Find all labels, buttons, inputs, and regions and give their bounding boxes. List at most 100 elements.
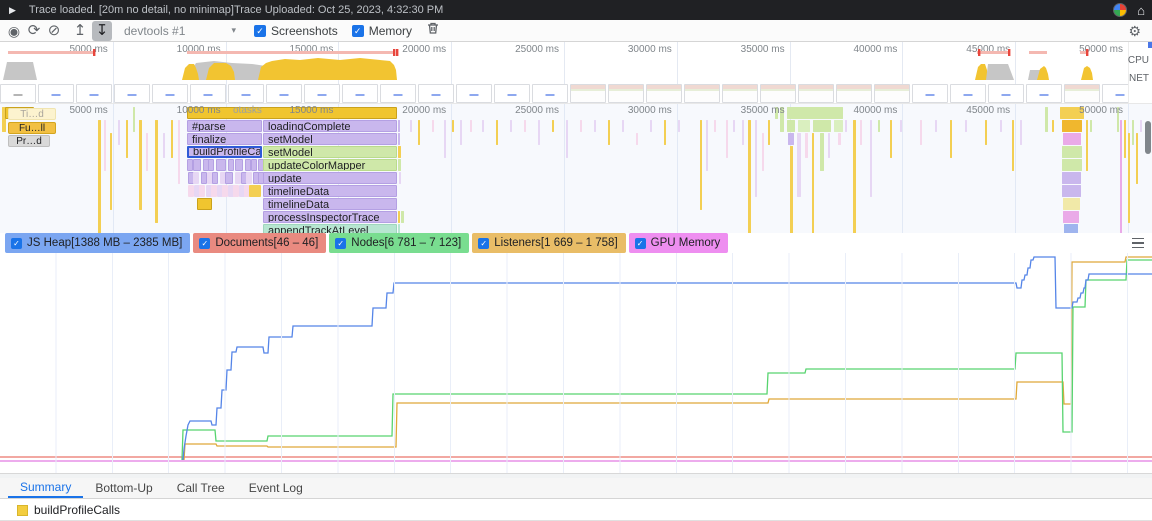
flame-event[interactable] [965,120,967,132]
flame-event[interactable] [126,120,128,158]
flame-event[interactable] [432,120,434,132]
memory-chart[interactable] [0,253,1152,473]
flame-event[interactable] [1140,120,1142,132]
flame-event[interactable] [1062,185,1081,197]
flame-event[interactable] [398,133,400,145]
record-button[interactable]: ◉ [4,21,24,41]
flame-event[interactable] [1124,120,1126,158]
memory-legend-pill[interactable]: ✓Documents[46 – 46] [193,233,326,253]
screenshot-thumbnail[interactable] [798,84,834,103]
screenshot-thumbnail[interactable] [646,84,682,103]
flame-bar-processInspectorTrace[interactable]: processInspectorTrace [263,211,397,223]
screenshot-thumbnail[interactable] [152,84,188,103]
flame-event[interactable] [1062,159,1082,171]
memory-series-checkbox[interactable]: ✓ [199,238,210,249]
flame-event[interactable] [146,133,148,171]
memory-checkbox[interactable]: ✓ [352,25,364,37]
flame-event[interactable] [482,120,484,132]
flame-event[interactable] [622,120,624,132]
clear-button[interactable]: ⊘ [44,21,64,41]
tab-summary[interactable]: Summary [8,478,83,498]
flame-scrollbar[interactable] [1145,116,1151,232]
flame-bar[interactable] [193,159,201,171]
flame-event[interactable] [1045,107,1048,132]
flame-event[interactable] [398,146,401,158]
flame-event[interactable] [935,120,937,132]
flame-event[interactable] [1062,172,1081,184]
flame-event[interactable] [399,172,401,184]
flame-event[interactable] [798,120,810,132]
flame-event[interactable] [1064,224,1078,233]
flame-bar-appendTrackAtLevel[interactable]: appendTrackAtLevel [263,224,397,233]
flame-event[interactable] [566,120,568,158]
memory-series-checkbox[interactable]: ✓ [635,238,646,249]
flame-scrollbar-thumb[interactable] [1145,121,1151,154]
flame-event[interactable] [714,120,716,132]
screenshots-checkbox[interactable]: ✓ [254,25,266,37]
screenshot-thumbnail[interactable] [950,84,986,103]
load-profile-button[interactable]: ↥ [70,21,90,41]
flame-event[interactable] [700,120,702,210]
screenshot-thumbnail[interactable] [304,84,340,103]
flame-bar[interactable] [249,185,261,197]
screenshot-thumbnail[interactable] [494,84,530,103]
flame-event[interactable] [444,120,446,158]
flame-event[interactable] [787,107,843,119]
flame-event[interactable] [1020,120,1022,145]
flame-event[interactable] [398,120,400,132]
flame-event[interactable] [594,120,596,132]
memory-series-checkbox[interactable]: ✓ [335,238,346,249]
screenshot-thumbnail[interactable] [380,84,416,103]
screenshot-thumbnail[interactable] [874,84,910,103]
flame-event[interactable] [726,120,728,158]
screenshot-thumbnail[interactable] [266,84,302,103]
flame-event[interactable] [1062,146,1082,158]
flame-bar-updateColorMapper[interactable]: updateColorMapper [263,159,397,171]
memory-series-checkbox[interactable]: ✓ [478,238,489,249]
flame-bar-buildProfileCalls[interactable]: buildProfileCalls [187,146,262,158]
profile-select[interactable]: devtools #1 ▾ [120,22,240,40]
profile-avatar[interactable] [1113,3,1127,17]
flame-event[interactable] [1128,133,1130,223]
flame-bar[interactable] [228,159,234,171]
screenshot-thumbnail[interactable] [342,84,378,103]
flame-event[interactable] [813,120,831,132]
memory-legend-pill[interactable]: ✓GPU Memory [629,233,729,253]
flame-event[interactable] [401,211,404,223]
flame-event[interactable] [812,133,814,233]
screenshot-thumbnail[interactable] [1102,84,1128,103]
flame-event[interactable] [398,211,400,223]
flame-event[interactable] [900,120,902,132]
memory-series-checkbox[interactable]: ✓ [11,238,22,249]
screenshot-thumbnail[interactable] [1064,84,1100,103]
flame-event[interactable] [552,120,554,132]
flame-event[interactable] [820,133,824,171]
flame-event[interactable] [1132,120,1134,145]
screenshot-thumbnail[interactable] [114,84,150,103]
flame-event[interactable] [985,120,987,145]
flame-bar-timelineData[interactable]: timelineData [263,198,397,210]
flame-event[interactable] [678,120,680,132]
flame-event[interactable] [133,107,135,132]
flame-event[interactable] [1120,120,1122,233]
home-icon[interactable]: ⌂ [1137,4,1145,17]
tab-bottom-up[interactable]: Bottom-Up [83,478,164,498]
flame-event[interactable] [178,120,180,184]
screenshot-thumbnail[interactable] [190,84,226,103]
flame-bar-loadingComplete[interactable]: loadingComplete [263,120,397,132]
flame-event[interactable] [452,120,454,132]
flame-event[interactable] [410,120,412,132]
flame-event[interactable] [139,120,142,210]
screenshot-thumbnail[interactable] [608,84,644,103]
flame-bar-finalize[interactable]: finalize [187,133,262,145]
flame-bar[interactable] [208,159,214,171]
flame-bar[interactable] [216,159,226,171]
flame-event[interactable] [950,120,952,158]
flame-event[interactable] [650,120,652,132]
flame-event[interactable] [805,133,808,158]
screenshot-thumbnail[interactable] [684,84,720,103]
flame-event[interactable] [171,120,173,158]
flame-bar[interactable] [193,172,199,184]
flame-event[interactable] [398,159,401,171]
flame-event[interactable] [110,133,112,210]
